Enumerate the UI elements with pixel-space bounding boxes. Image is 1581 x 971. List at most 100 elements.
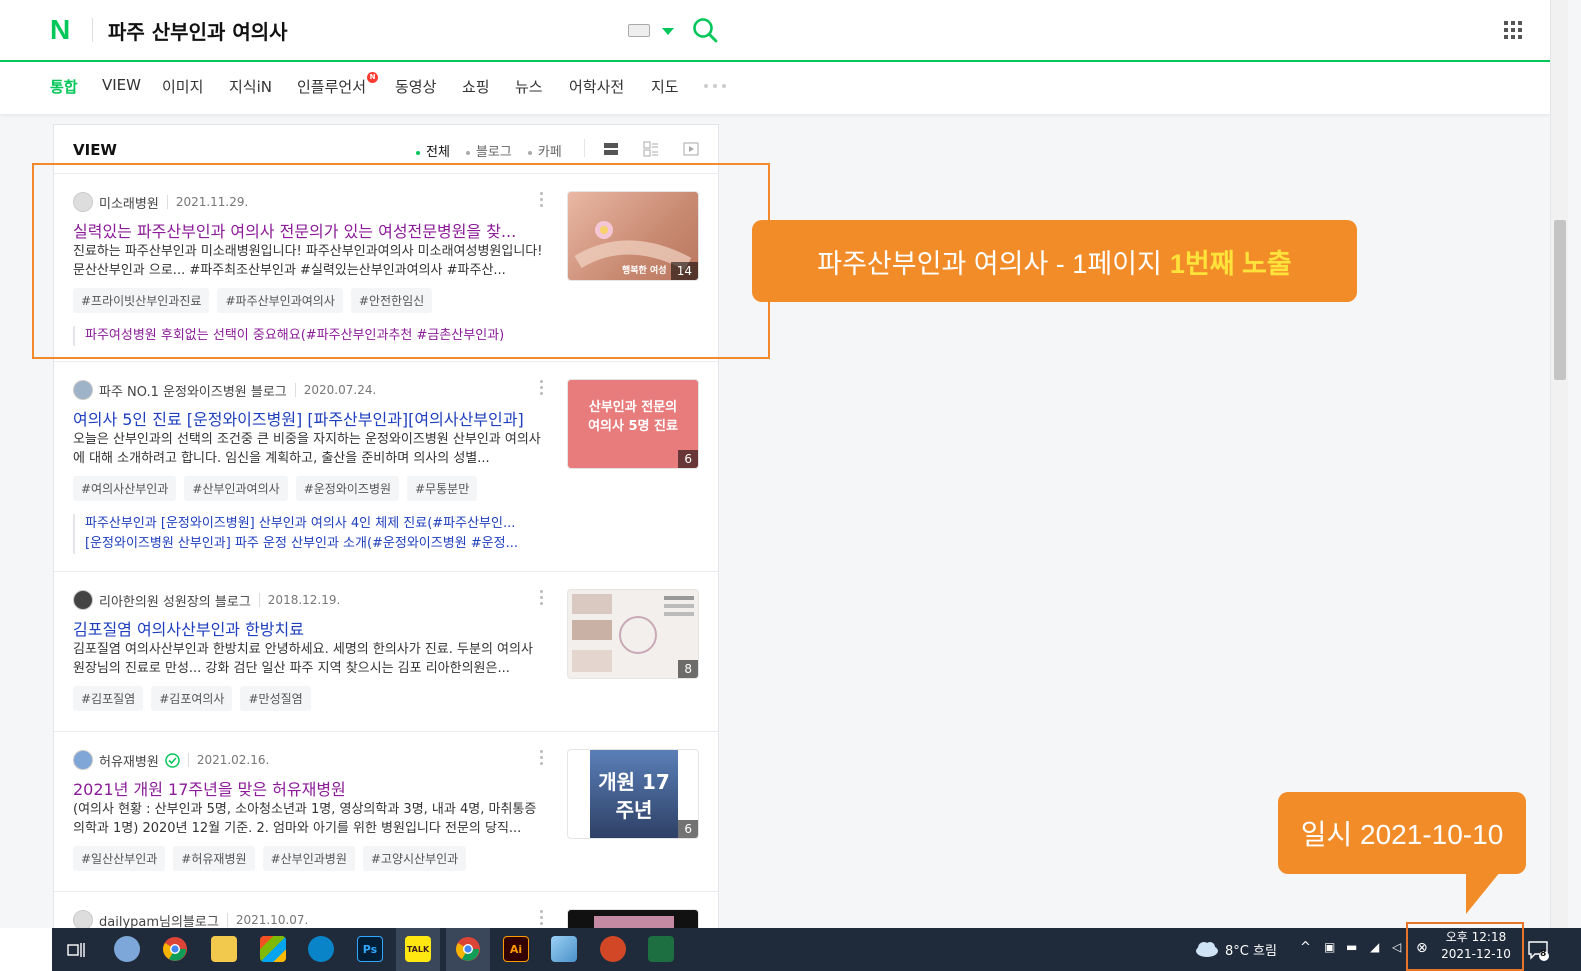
list-item[interactable]: 리아한의원 성원장의 블로그 2018.12.19. 김포질염 여의사산부인과 … bbox=[54, 571, 718, 731]
tag-list: #여의사산부인과 #산부인과여의사 #운정와이즈병원 #무통분만 bbox=[73, 476, 478, 501]
video-view-icon[interactable] bbox=[683, 141, 699, 157]
wifi-icon[interactable]: ◢ bbox=[1370, 940, 1379, 954]
tag[interactable]: #김포여의사 bbox=[151, 686, 233, 711]
search-query[interactable]: 파주 산부인과 여의사 bbox=[108, 16, 288, 45]
related-link[interactable]: 파주산부인과 [운정와이즈병원] 산부인과 여의사 4인 체제 진료(#파주산부… bbox=[85, 514, 543, 534]
tag[interactable]: #산부인과병원 bbox=[262, 846, 355, 871]
apps-grid-icon[interactable] bbox=[1504, 21, 1522, 39]
tab-image[interactable]: 이미지 bbox=[162, 76, 203, 97]
tag[interactable]: #고양시산부인과 bbox=[362, 846, 467, 871]
list-view-icon[interactable] bbox=[603, 141, 619, 157]
item-meta: 허유재병원 2021.02.16. bbox=[73, 750, 269, 770]
list-item[interactable]: 파주 NO.1 운정와이즈병원 블로그 2020.07.24. 여의사 5인 진… bbox=[54, 361, 718, 571]
tab-shopping[interactable]: 쇼핑 bbox=[462, 76, 490, 97]
kakaotalk-icon[interactable]: TALK bbox=[405, 936, 431, 962]
kebab-menu-icon[interactable] bbox=[540, 380, 544, 396]
detail-view-icon[interactable] bbox=[643, 141, 659, 157]
author-name[interactable]: 허유재병원 bbox=[99, 751, 159, 770]
filter-cafe[interactable]: 카페 bbox=[527, 141, 562, 160]
tag[interactable]: #허유재병원 bbox=[173, 846, 255, 871]
avatar[interactable] bbox=[73, 910, 93, 930]
related-link[interactable]: [운정와이즈병원 산부인과] 파주 운정 산부인과 소개(#운정와이즈병원 #운… bbox=[85, 534, 543, 554]
chevron-up-icon[interactable]: ^ bbox=[1300, 940, 1311, 955]
kebab-menu-icon[interactable] bbox=[540, 590, 544, 606]
avatar[interactable] bbox=[73, 380, 93, 400]
scrollbar-thumb[interactable] bbox=[1554, 220, 1566, 380]
filter-blog[interactable]: 블로그 bbox=[465, 141, 512, 160]
post-thumbnail[interactable]: 개원 17주년 6 bbox=[567, 749, 699, 839]
illustrator-icon[interactable]: Ai bbox=[503, 936, 529, 962]
image-count: 8 bbox=[678, 660, 698, 678]
task-view-icon[interactable] bbox=[66, 940, 86, 960]
tag[interactable]: #무통분만 bbox=[407, 476, 478, 501]
filter-all[interactable]: 전체 bbox=[416, 141, 450, 160]
tab-influencer[interactable]: 인플루언서 N bbox=[297, 72, 379, 97]
post-thumbnail[interactable]: 8 bbox=[567, 589, 699, 679]
view-filters: 전체 블로그 카페 bbox=[416, 141, 562, 160]
tab-view[interactable]: VIEW bbox=[102, 76, 141, 94]
search-header: N 파주 산부인과 여의사 bbox=[0, 0, 1550, 62]
avatar[interactable] bbox=[73, 590, 93, 610]
tab-news[interactable]: 뉴스 bbox=[515, 76, 543, 97]
tag-list: #일산산부인과 #허유재병원 #산부인과병원 #고양시산부인과 bbox=[73, 846, 467, 871]
edge-icon[interactable] bbox=[308, 936, 334, 962]
related-posts: 파주산부인과 [운정와이즈병원] 산부인과 여의사 4인 체제 진료(#파주산부… bbox=[73, 514, 543, 554]
app-icon[interactable] bbox=[114, 936, 140, 962]
tag[interactable]: #여의사산부인과 bbox=[73, 476, 177, 501]
author-name[interactable]: dailypam님의블로그 bbox=[99, 911, 219, 930]
tab-all[interactable]: 통합 bbox=[50, 76, 78, 97]
start-area[interactable] bbox=[0, 928, 52, 971]
divider bbox=[584, 139, 585, 157]
store-icon[interactable] bbox=[260, 936, 286, 962]
camera-icon[interactable]: ▣ bbox=[1324, 940, 1335, 954]
callout-pointer bbox=[1466, 872, 1500, 914]
tab-video[interactable]: 동영상 bbox=[395, 76, 436, 97]
powerpoint-icon[interactable] bbox=[600, 936, 626, 962]
tab-bar: 통합 VIEW 이미지 지식iN 인플루언서 N 동영상 쇼핑 뉴스 어학사전 … bbox=[0, 62, 1550, 114]
more-tabs-icon[interactable] bbox=[704, 84, 726, 88]
volume-icon[interactable]: ◁ bbox=[1392, 940, 1401, 954]
naver-logo[interactable]: N bbox=[50, 14, 70, 46]
verified-icon bbox=[165, 752, 180, 768]
tag[interactable]: #만성질염 bbox=[240, 686, 311, 711]
tag[interactable]: #운정와이즈병원 bbox=[295, 476, 400, 501]
author-name[interactable]: 파주 NO.1 운정와이즈병원 블로그 bbox=[99, 381, 287, 400]
list-item[interactable]: 허유재병원 2021.02.16. 2021년 개원 17주년을 맞은 허유재병… bbox=[54, 731, 718, 891]
tag[interactable]: #김포질염 bbox=[73, 686, 144, 711]
search-icon[interactable] bbox=[692, 17, 718, 43]
excel-icon[interactable] bbox=[648, 936, 674, 962]
app-icon[interactable] bbox=[551, 936, 577, 962]
image-count: 6 bbox=[678, 450, 698, 468]
post-title[interactable]: 여의사 5인 진료 [운정와이즈병원] [파주산부인과][여의사산부인과] bbox=[73, 406, 543, 430]
chevron-down-icon[interactable] bbox=[662, 28, 674, 35]
notification-count: 8 bbox=[1540, 949, 1547, 959]
photoshop-icon[interactable]: Ps bbox=[357, 936, 383, 962]
chrome-icon[interactable] bbox=[455, 936, 481, 962]
section-title: VIEW bbox=[73, 141, 117, 159]
tab-dictionary[interactable]: 어학사전 bbox=[569, 76, 624, 97]
avatar[interactable] bbox=[73, 750, 93, 770]
post-title[interactable]: 2021년 개원 17주년을 맞은 허유재병원 bbox=[73, 776, 543, 800]
post-description[interactable]: 오늘은 산부인과의 선택의 조건중 큰 비중을 자지하는 운정와이즈병원 산부인… bbox=[73, 430, 543, 468]
kebab-menu-icon[interactable] bbox=[540, 910, 544, 926]
post-description[interactable]: (여의사 현황 : 산부인과 5명, 소아청소년과 1명, 영상의학과 3명, … bbox=[73, 800, 543, 838]
kebab-menu-icon[interactable] bbox=[540, 750, 544, 766]
tab-map[interactable]: 지도 bbox=[651, 76, 679, 97]
author-name[interactable]: 리아한의원 성원장의 블로그 bbox=[99, 591, 251, 610]
tag[interactable]: #산부인과여의사 bbox=[184, 476, 288, 501]
system-clock[interactable]: 오후 12:18 2021-12-10 bbox=[1432, 929, 1520, 963]
post-title[interactable]: 김포질염 여의사산부인과 한방치료 bbox=[73, 616, 543, 640]
cloud-icon[interactable] bbox=[1194, 939, 1220, 959]
post-thumbnail[interactable]: 산부인과 전문의 여의사 5명 진료 6 bbox=[567, 379, 699, 469]
scrollbar[interactable] bbox=[1550, 0, 1568, 928]
weather-text[interactable]: 8°C 흐림 bbox=[1225, 940, 1277, 959]
tag[interactable]: #일산산부인과 bbox=[73, 846, 166, 871]
file-explorer-icon[interactable] bbox=[211, 936, 237, 962]
battery-icon[interactable]: ▬ bbox=[1346, 940, 1357, 954]
post-description[interactable]: 김포질염 여의사산부인과 한방치료 안녕하세요. 세명의 한의사가 진료. 두분… bbox=[73, 640, 543, 678]
tab-kin[interactable]: 지식iN bbox=[229, 76, 272, 97]
tag-list: #김포질염 #김포여의사 #만성질염 bbox=[73, 686, 311, 711]
keyboard-icon[interactable] bbox=[628, 24, 650, 37]
chrome-icon[interactable] bbox=[162, 936, 188, 962]
rank-callout: 파주산부인과 여의사 - 1페이지 1번째 노출 bbox=[752, 220, 1357, 302]
